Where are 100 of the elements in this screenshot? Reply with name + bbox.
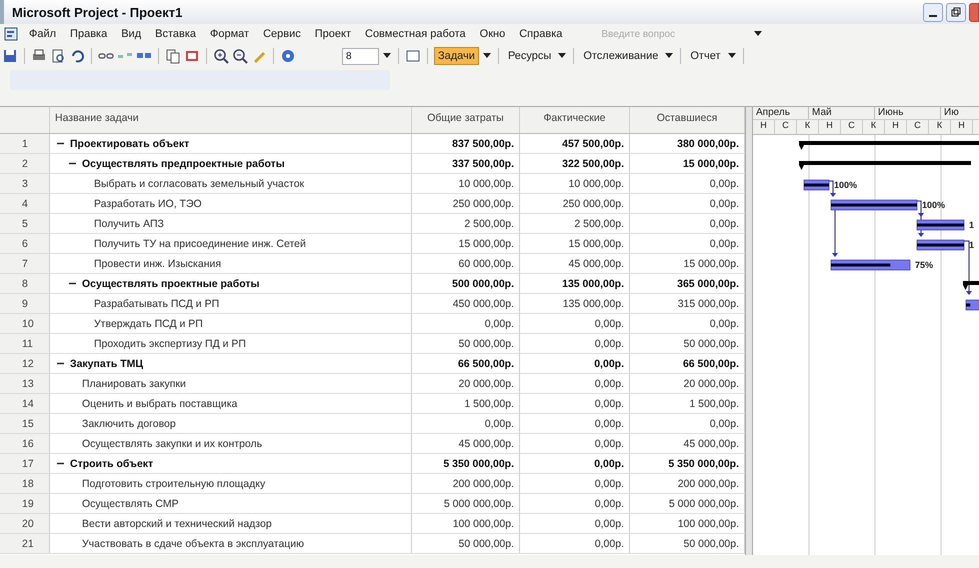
dropdown-icon[interactable] (664, 52, 674, 60)
table-cell: 1 500,00р. (412, 394, 520, 413)
summary-bar[interactable] (799, 141, 979, 150)
restore-button[interactable] (946, 2, 966, 22)
summary-bar[interactable] (799, 161, 971, 170)
task-bar[interactable] (804, 180, 830, 190)
task-name: Разрабатывать ПСД и РП (94, 298, 220, 310)
row-number[interactable]: 5 (0, 214, 50, 233)
view-button[interactable]: Задачи (434, 47, 479, 65)
table-cell: 15 000,00р. (412, 234, 520, 253)
zoom-out-icon[interactable] (232, 48, 248, 64)
preview-icon[interactable] (50, 48, 66, 64)
task-name: Разработать ИО, ТЭО (94, 198, 202, 210)
table-cell: 0,00р. (520, 334, 630, 353)
table-cell: 20 000,00р. (412, 374, 520, 393)
menu-item[interactable]: Совместная работа (358, 28, 473, 40)
menu-item[interactable]: Вставка (148, 28, 204, 40)
menu-item[interactable]: Вид (114, 28, 148, 40)
row-number[interactable]: 2 (0, 154, 50, 173)
task-name: Получить АПЗ (94, 218, 164, 230)
row-number[interactable]: 20 (0, 514, 50, 533)
menu-item[interactable]: Окно (472, 28, 512, 40)
task-bar[interactable] (916, 220, 964, 230)
table-cell: 0,00р. (520, 514, 630, 533)
row-number[interactable]: 17 (0, 454, 50, 473)
row-number[interactable]: 9 (0, 294, 50, 313)
row-number[interactable]: 12 (0, 354, 50, 373)
table-cell: 0,00р. (520, 414, 630, 433)
row-number[interactable]: 3 (0, 174, 50, 193)
dropdown-icon[interactable] (557, 52, 568, 60)
column-header[interactable]: Название задачи (50, 107, 412, 133)
view-button[interactable]: Отслеживание (580, 48, 662, 64)
table-cell: 0,00р. (412, 314, 520, 333)
window-icon[interactable] (405, 48, 421, 64)
font-size-field[interactable]: 8 (342, 48, 379, 64)
help-search-field[interactable]: Введите вопрос (599, 28, 754, 40)
link-arrow (964, 240, 972, 295)
task-name: Вести авторский и технический надзор (82, 518, 272, 530)
menu-item[interactable]: Сервис (256, 28, 308, 40)
row-number[interactable]: 4 (0, 194, 50, 213)
period-header: К (929, 120, 951, 134)
view-button[interactable]: Ресурсы (504, 48, 554, 64)
row-number[interactable]: 1 (0, 134, 50, 153)
table-cell: 5 000 000,00р. (412, 494, 520, 513)
menu-item[interactable]: Проект (308, 28, 358, 40)
link-arrow (828, 180, 836, 197)
row-number[interactable]: 6 (0, 234, 50, 253)
task-name: Участвовать в сдаче объекта в эксплуатацию (82, 538, 304, 550)
document-icon[interactable] (4, 27, 18, 41)
task-name: Выбрать и согласовать земельный участок (94, 178, 304, 190)
copy-icon[interactable] (165, 48, 181, 64)
zoom-in-icon[interactable] (213, 48, 229, 64)
table-cell: 337 500,00р. (412, 154, 520, 173)
task-bar[interactable] (830, 200, 918, 210)
period-header: С (841, 120, 863, 134)
dropdown-icon[interactable] (726, 52, 736, 60)
table-cell: 0,00р. (520, 434, 630, 453)
summary-bar[interactable] (963, 281, 979, 290)
table-cell: 457 500,00р. (520, 134, 630, 153)
column-header[interactable]: Общие затраты (412, 107, 520, 133)
row-number[interactable]: 15 (0, 414, 50, 433)
row-number[interactable]: 11 (0, 334, 50, 353)
dropdown-icon[interactable] (753, 30, 764, 38)
menu-item[interactable]: Правка (63, 28, 114, 40)
row-number[interactable]: 8 (0, 274, 50, 293)
menu-item[interactable]: Формат (203, 28, 256, 40)
task-name: Подготовить строительную площадку (82, 478, 266, 490)
task-name: Получить ТУ на присоединение инж. Сетей (94, 238, 306, 250)
period-header: С (907, 120, 929, 134)
period-header: Н (753, 120, 775, 134)
table-cell: 66 500,00р. (412, 354, 520, 373)
row-number[interactable]: 10 (0, 314, 50, 333)
dropdown-icon[interactable] (482, 52, 492, 60)
task-bar[interactable] (830, 260, 910, 270)
row-number[interactable]: 13 (0, 374, 50, 393)
row-number[interactable]: 19 (0, 494, 50, 513)
row-number[interactable]: 16 (0, 434, 50, 453)
close-button[interactable] (969, 2, 979, 22)
row-number[interactable]: 14 (0, 394, 50, 413)
undo-icon[interactable] (69, 48, 85, 64)
task-name: Проектировать объект (70, 138, 190, 150)
table-cell: 200 000,00р. (412, 474, 520, 493)
menu-item[interactable]: Файл (22, 28, 64, 40)
row-number[interactable]: 18 (0, 474, 50, 493)
task-name: Планировать закупки (82, 378, 186, 390)
table-cell: 0,00р. (520, 314, 630, 333)
table-cell: 0,00р. (412, 414, 520, 433)
menu-item[interactable]: Справка (512, 28, 570, 40)
row-number[interactable]: 21 (0, 534, 50, 553)
minimize-button[interactable] (923, 2, 943, 22)
task-bar[interactable] (916, 240, 964, 250)
row-number[interactable]: 7 (0, 254, 50, 273)
table-cell: 450 000,00р. (412, 294, 520, 313)
view-button[interactable]: Отчет (687, 48, 724, 64)
task-name: Заключить договор (82, 418, 176, 430)
save-icon[interactable] (2, 48, 18, 64)
help-icon[interactable] (280, 48, 296, 64)
dropdown-icon[interactable] (382, 52, 392, 60)
task-bar[interactable] (966, 300, 979, 310)
column-header[interactable]: Фактические (520, 107, 630, 133)
